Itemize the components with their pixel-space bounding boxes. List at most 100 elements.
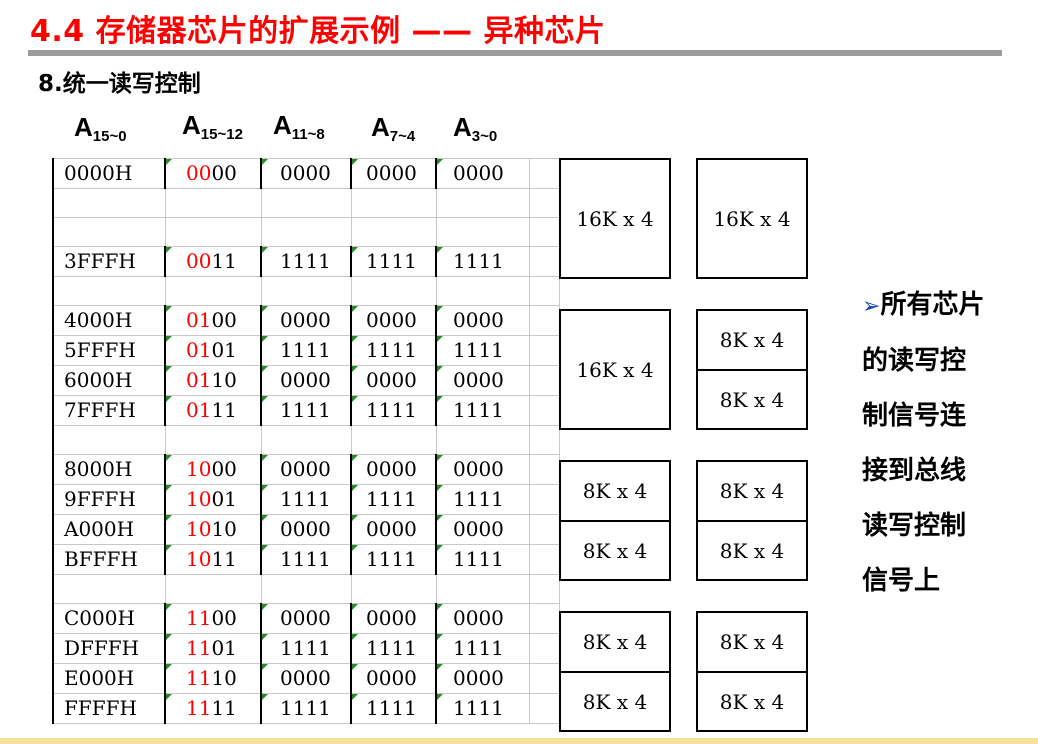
table-row: 6000H 0110 0000 0000 0000 — [52, 365, 560, 396]
section-subtitle: 8.统一读写控制 — [38, 71, 201, 97]
table-cell: 0000 — [260, 663, 352, 694]
table-row: 4000H 0100 0000 0000 0000 — [52, 305, 560, 336]
chip-8k-x4-h: 8K x 4 — [559, 671, 671, 732]
high-bits: 10 — [186, 457, 212, 481]
table-cell: 0000 — [435, 365, 530, 396]
table-cell — [164, 276, 262, 306]
table-cell: 1111 — [350, 395, 437, 426]
low-bits: 00 — [211, 606, 237, 630]
table-cell — [350, 276, 437, 306]
table-cell: 0000 — [435, 454, 530, 485]
table-cell — [435, 425, 530, 455]
table-cell: 1111 — [350, 335, 437, 366]
table-cell: DFFFH — [52, 633, 166, 664]
table-cell — [528, 335, 560, 366]
high-bits: 10 — [186, 487, 212, 511]
table-cell: 0000 — [435, 603, 530, 634]
table-cell: 4000H — [52, 305, 166, 336]
table-cell: 0000 — [350, 663, 437, 694]
table-cell: 1111 — [260, 693, 352, 724]
table-cell — [435, 276, 530, 306]
table-cell — [52, 217, 166, 247]
table-row — [52, 425, 560, 455]
table-cell — [52, 188, 166, 218]
table-cell: 0000 — [164, 158, 262, 189]
table-cell: 0000 — [260, 158, 352, 189]
table-row: 7FFFH 0111 1111 1111 1111 — [52, 395, 560, 426]
note-line-1: ➢所有芯片 — [862, 290, 985, 320]
table-cell: 1111 — [350, 544, 437, 575]
table-cell — [528, 305, 560, 336]
table-cell — [528, 633, 560, 664]
table-cell — [528, 603, 560, 634]
table-cell: 1111 — [435, 484, 530, 515]
table-cell — [164, 425, 262, 455]
table-cell — [260, 425, 352, 455]
table-cell — [528, 425, 560, 455]
table-cell: 0000 — [260, 305, 352, 336]
table-cell: 1111 — [435, 395, 530, 426]
table-cell — [260, 217, 352, 247]
chip-8k-x4-d: 8K x 4 — [559, 520, 671, 581]
chip-16k-x4-c: 16K x 4 — [559, 309, 671, 430]
table-cell — [528, 544, 560, 575]
table-cell: 1001 — [164, 484, 262, 515]
high-bits: 01 — [186, 368, 212, 392]
chip-8k-x4-i: 8K x 4 — [696, 611, 808, 673]
chip-8k-x4-j: 8K x 4 — [696, 671, 808, 732]
explanation-note: ➢所有芯片 的读写控 制信号连 接到总线 读写控制 信号上 — [862, 278, 1022, 609]
low-bits: 10 — [211, 368, 237, 392]
low-bits: 11 — [211, 696, 237, 720]
table-cell: 1110 — [164, 663, 262, 694]
table-cell: 0000 — [350, 305, 437, 336]
high-bits: 00 — [186, 161, 212, 185]
high-bits: 10 — [186, 547, 212, 571]
table-cell: 1010 — [164, 514, 262, 545]
table-cell — [528, 574, 560, 604]
low-bits: 00 — [211, 161, 237, 185]
table-cell: 1111 — [260, 246, 352, 277]
table-cell — [260, 574, 352, 604]
table-cell: 1111 — [435, 544, 530, 575]
table-cell — [52, 276, 166, 306]
table-cell — [435, 188, 530, 218]
table-cell — [528, 276, 560, 306]
column-header-a11-8: A11~8 — [273, 110, 325, 143]
table-cell: 0000 — [350, 365, 437, 396]
table-cell: 0100 — [164, 305, 262, 336]
column-header-a7-4: A7~4 — [371, 112, 416, 145]
table-cell — [260, 276, 352, 306]
table-cell: 0000H — [52, 158, 166, 189]
table-cell — [528, 158, 560, 189]
table-cell — [435, 574, 530, 604]
page-title: 4.4 存储器芯片的扩展示例 —— 异种芯片 — [30, 14, 606, 49]
table-row: C000H 1100 0000 0000 0000 — [52, 603, 560, 634]
table-cell — [528, 514, 560, 545]
table-row: 5FFFH 0101 1111 1111 1111 — [52, 335, 560, 366]
chip-8k-x4-b: 8K x 4 — [696, 369, 808, 430]
table-row: DFFFH 1101 1111 1111 1111 — [52, 633, 560, 664]
chip-8k-x4-f: 8K x 4 — [696, 520, 808, 581]
high-bits: 01 — [186, 308, 212, 332]
high-bits: 11 — [186, 666, 212, 690]
table-cell: A000H — [52, 514, 166, 545]
table-cell: 0011 — [164, 246, 262, 277]
table-row: 0000H 0000 0000 0000 0000 — [52, 158, 560, 189]
table-cell — [350, 188, 437, 218]
low-bits: 11 — [211, 547, 237, 571]
table-cell — [52, 425, 166, 455]
table-cell — [528, 454, 560, 485]
table-row — [52, 574, 560, 604]
column-header-a3-0: A3~0 — [453, 112, 498, 145]
table-cell: 1000 — [164, 454, 262, 485]
table-cell: 1111 — [260, 395, 352, 426]
table-cell: 6000H — [52, 365, 166, 396]
high-bits: 11 — [186, 696, 212, 720]
footer-bar — [0, 738, 1038, 744]
table-cell — [528, 663, 560, 694]
table-cell: 0000 — [350, 603, 437, 634]
note-line-6: 信号上 — [862, 566, 941, 596]
table-cell: 0000 — [435, 514, 530, 545]
low-bits: 01 — [211, 487, 237, 511]
table-cell — [528, 395, 560, 426]
